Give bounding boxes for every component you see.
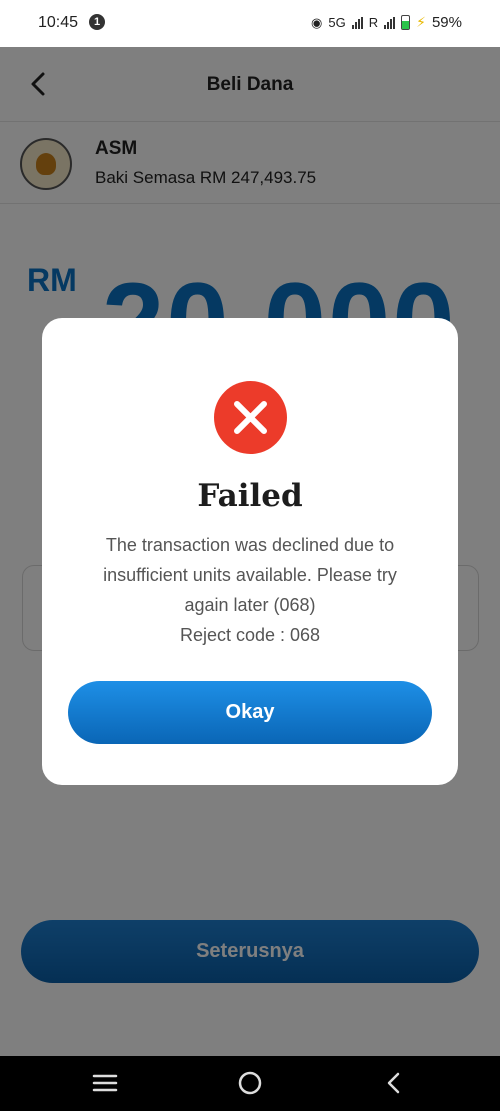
recents-lines-icon <box>92 1074 118 1092</box>
dialog-message: The transaction was declined due to insu… <box>103 535 397 615</box>
error-x-icon <box>214 381 287 454</box>
status-icons: ◉ 5G R ⚡ 59% <box>311 14 462 31</box>
okay-button[interactable]: Okay <box>68 681 432 744</box>
system-nav-bar <box>0 1056 500 1111</box>
signal-icon <box>351 16 363 29</box>
charging-icon: ⚡ <box>416 14 426 30</box>
battery-icon <box>401 15 411 30</box>
roaming-label: R <box>368 15 379 30</box>
status-time: 10:45 <box>38 14 79 31</box>
signal-icon-2 <box>384 16 396 29</box>
status-bar: 10:45 1 ◉ 5G R ⚡ 59% <box>0 0 500 47</box>
battery-percent: 59% <box>431 14 462 31</box>
home-circle-icon <box>238 1071 262 1095</box>
network-type-label: 5G <box>328 15 346 30</box>
back-chevron-icon <box>387 1072 400 1094</box>
system-back-button[interactable] <box>379 1068 409 1098</box>
error-dialog: Failed The transaction was declined due … <box>42 318 458 785</box>
home-button[interactable] <box>235 1068 265 1098</box>
recents-button[interactable] <box>90 1068 120 1098</box>
reject-code: Reject code : 068 <box>179 625 321 645</box>
notification-badge: 1 <box>89 14 105 30</box>
dialog-title: Failed <box>197 478 303 514</box>
hotspot-icon: ◉ <box>311 14 323 30</box>
